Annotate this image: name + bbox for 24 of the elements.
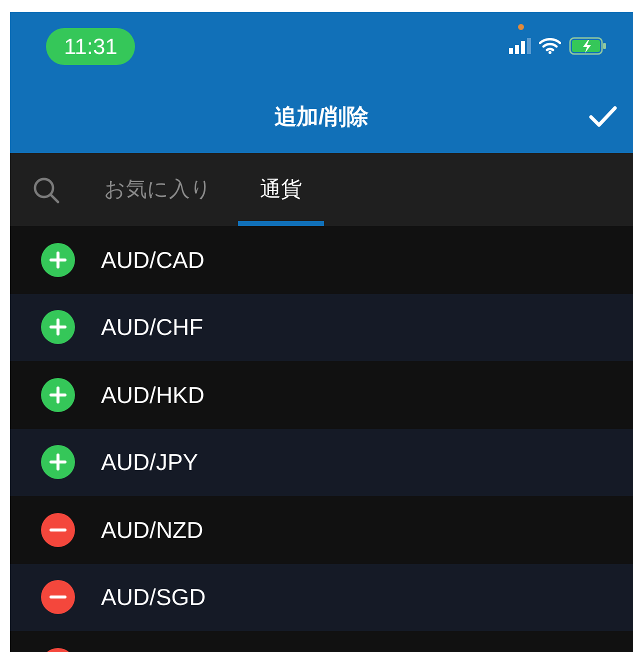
currency-pair: AUD/CHF (101, 313, 204, 342)
plus-icon[interactable] (41, 378, 75, 412)
plus-icon[interactable] (41, 445, 75, 480)
wifi-icon (539, 38, 561, 54)
status-time: 11:31 (46, 28, 136, 64)
signal-icon (509, 38, 531, 54)
currency-pair: AUD/CAD (101, 246, 205, 274)
battery-icon (569, 37, 607, 55)
plus-icon[interactable] (41, 310, 75, 344)
indicator-dot-icon (518, 24, 524, 30)
tab[interactable]: お気に入り (82, 153, 234, 226)
checkmark-icon[interactable] (589, 106, 617, 128)
currency-pair: AUD/JPY (101, 448, 198, 477)
currency-row[interactable]: AUD/JPY (10, 428, 633, 496)
minus-icon[interactable] (41, 580, 75, 614)
plus-icon[interactable] (41, 242, 75, 277)
currency-pair: AUD/NZD (101, 516, 204, 544)
currency-pair: AUD/HKD (101, 380, 205, 410)
minus-icon[interactable] (41, 512, 75, 547)
currency-row[interactable]: AUD/CHF (10, 294, 633, 361)
header-title: 追加/削除 (274, 103, 369, 131)
currency-pair: AUD/SGD (101, 583, 206, 612)
search-icon[interactable] (32, 176, 60, 204)
currency-row[interactable]: AUD/SGD (10, 564, 633, 631)
